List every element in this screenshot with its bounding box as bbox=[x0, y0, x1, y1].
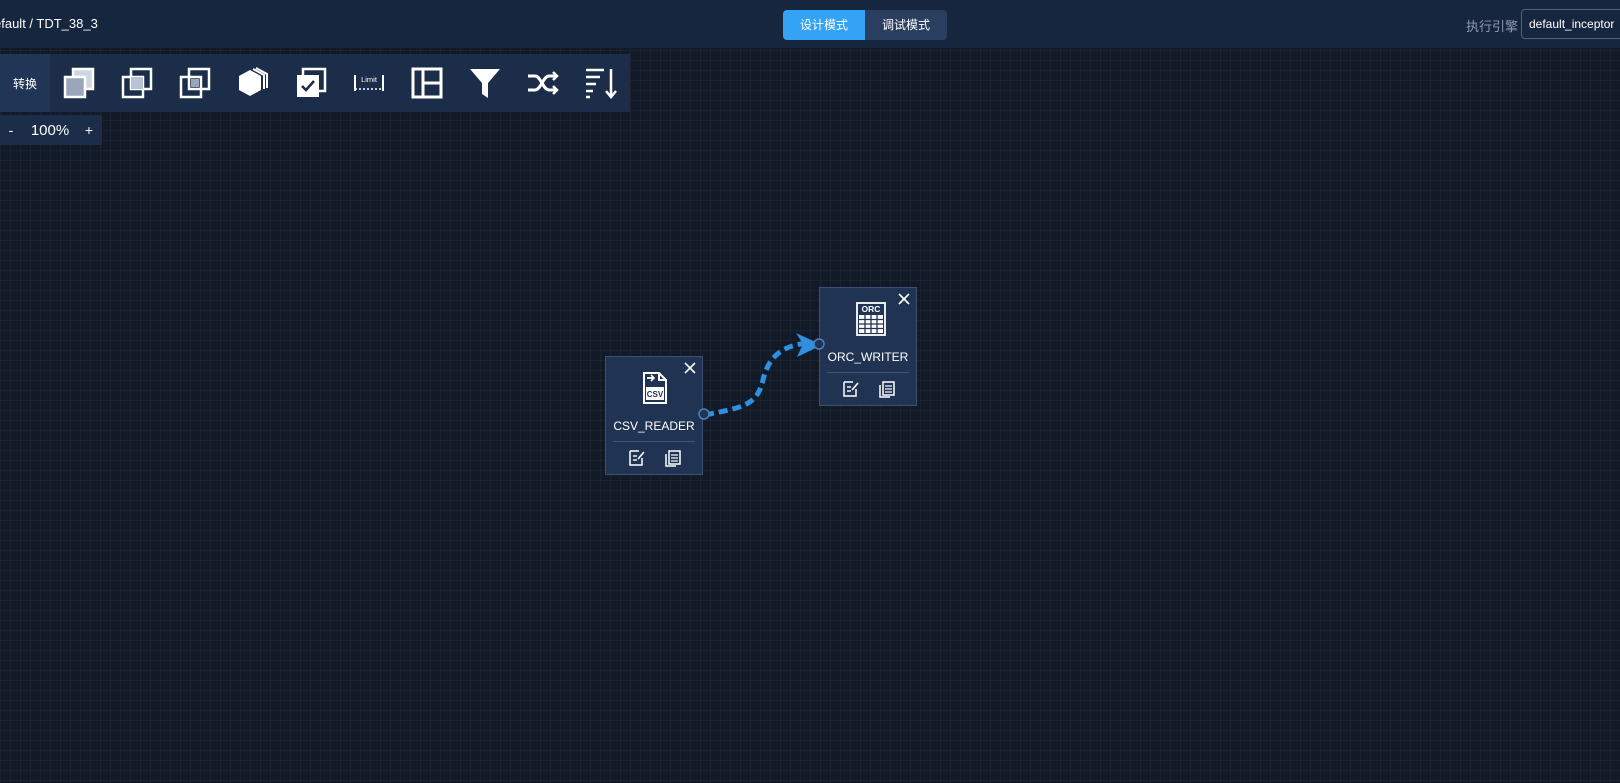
edit-icon[interactable] bbox=[842, 380, 860, 398]
orc-writer-node[interactable]: ORC ORC_WRITER bbox=[813, 287, 917, 406]
csv-reader-node[interactable]: CSV CSV_READER bbox=[605, 356, 710, 475]
split-icon bbox=[411, 67, 443, 99]
top-bar: efault / TDT_38_3 设计模式 调试模式 执行引擎 default… bbox=[0, 0, 1620, 48]
csv-file-icon: CSV bbox=[643, 372, 667, 404]
debug-mode-button[interactable]: 调试模式 bbox=[865, 10, 947, 40]
zoom-in-button[interactable]: + bbox=[78, 122, 100, 138]
zoom-control: - 100% + bbox=[0, 115, 102, 145]
except-tool-button[interactable] bbox=[166, 54, 224, 112]
cube-tool-button[interactable] bbox=[224, 54, 282, 112]
limit-icon: Limit bbox=[354, 75, 384, 91]
operator-toolbar: 转换 Limit bbox=[0, 54, 630, 112]
copy-icon[interactable] bbox=[664, 449, 682, 467]
close-icon[interactable] bbox=[898, 293, 910, 305]
cube-icon bbox=[239, 67, 268, 96]
union-tool-button[interactable] bbox=[50, 54, 108, 112]
design-mode-button[interactable]: 设计模式 bbox=[783, 10, 865, 40]
zoom-level: 100% bbox=[30, 121, 70, 139]
split-tool-button[interactable] bbox=[398, 54, 456, 112]
node-label: CSV_READER bbox=[613, 419, 695, 433]
close-icon[interactable] bbox=[684, 362, 696, 374]
output-port[interactable] bbox=[697, 407, 711, 421]
edit-icon[interactable] bbox=[628, 449, 646, 467]
intersect-tool-button[interactable] bbox=[108, 54, 166, 112]
validate-icon bbox=[297, 67, 327, 97]
limit-tool-button[interactable]: Limit bbox=[340, 54, 398, 112]
engine-label: 执行引擎 bbox=[1466, 19, 1519, 34]
filter-icon bbox=[470, 69, 500, 98]
sort-tool-button[interactable] bbox=[572, 54, 630, 112]
intersect-icon bbox=[121, 67, 153, 99]
orc-table-icon: ORC bbox=[856, 302, 886, 336]
except-icon bbox=[179, 67, 211, 99]
shuffle-icon bbox=[528, 71, 559, 95]
csv-icon-text: CSV bbox=[647, 390, 664, 399]
mode-switch: 设计模式 调试模式 bbox=[783, 10, 947, 40]
copy-icon[interactable] bbox=[878, 380, 896, 398]
union-icon bbox=[63, 67, 95, 99]
engine-select[interactable]: default_inceptor bbox=[1521, 9, 1620, 39]
filter-tool-button[interactable] bbox=[456, 54, 514, 112]
shuffle-tool-button[interactable] bbox=[514, 54, 572, 112]
sort-icon bbox=[586, 68, 617, 99]
validate-tool-button[interactable] bbox=[282, 54, 340, 112]
connection-edge[interactable] bbox=[0, 0, 1620, 783]
category-transform-tab[interactable]: 转换 bbox=[0, 54, 50, 112]
breadcrumb[interactable]: efault / TDT_38_3 bbox=[0, 16, 98, 31]
node-divider bbox=[827, 372, 909, 373]
limit-icon-text: Limit bbox=[361, 75, 378, 84]
input-port[interactable] bbox=[812, 337, 826, 351]
zoom-out-button[interactable]: - bbox=[0, 122, 22, 138]
orc-icon-text: ORC bbox=[862, 304, 881, 314]
node-divider bbox=[613, 441, 695, 442]
node-label: ORC_WRITER bbox=[827, 350, 909, 364]
